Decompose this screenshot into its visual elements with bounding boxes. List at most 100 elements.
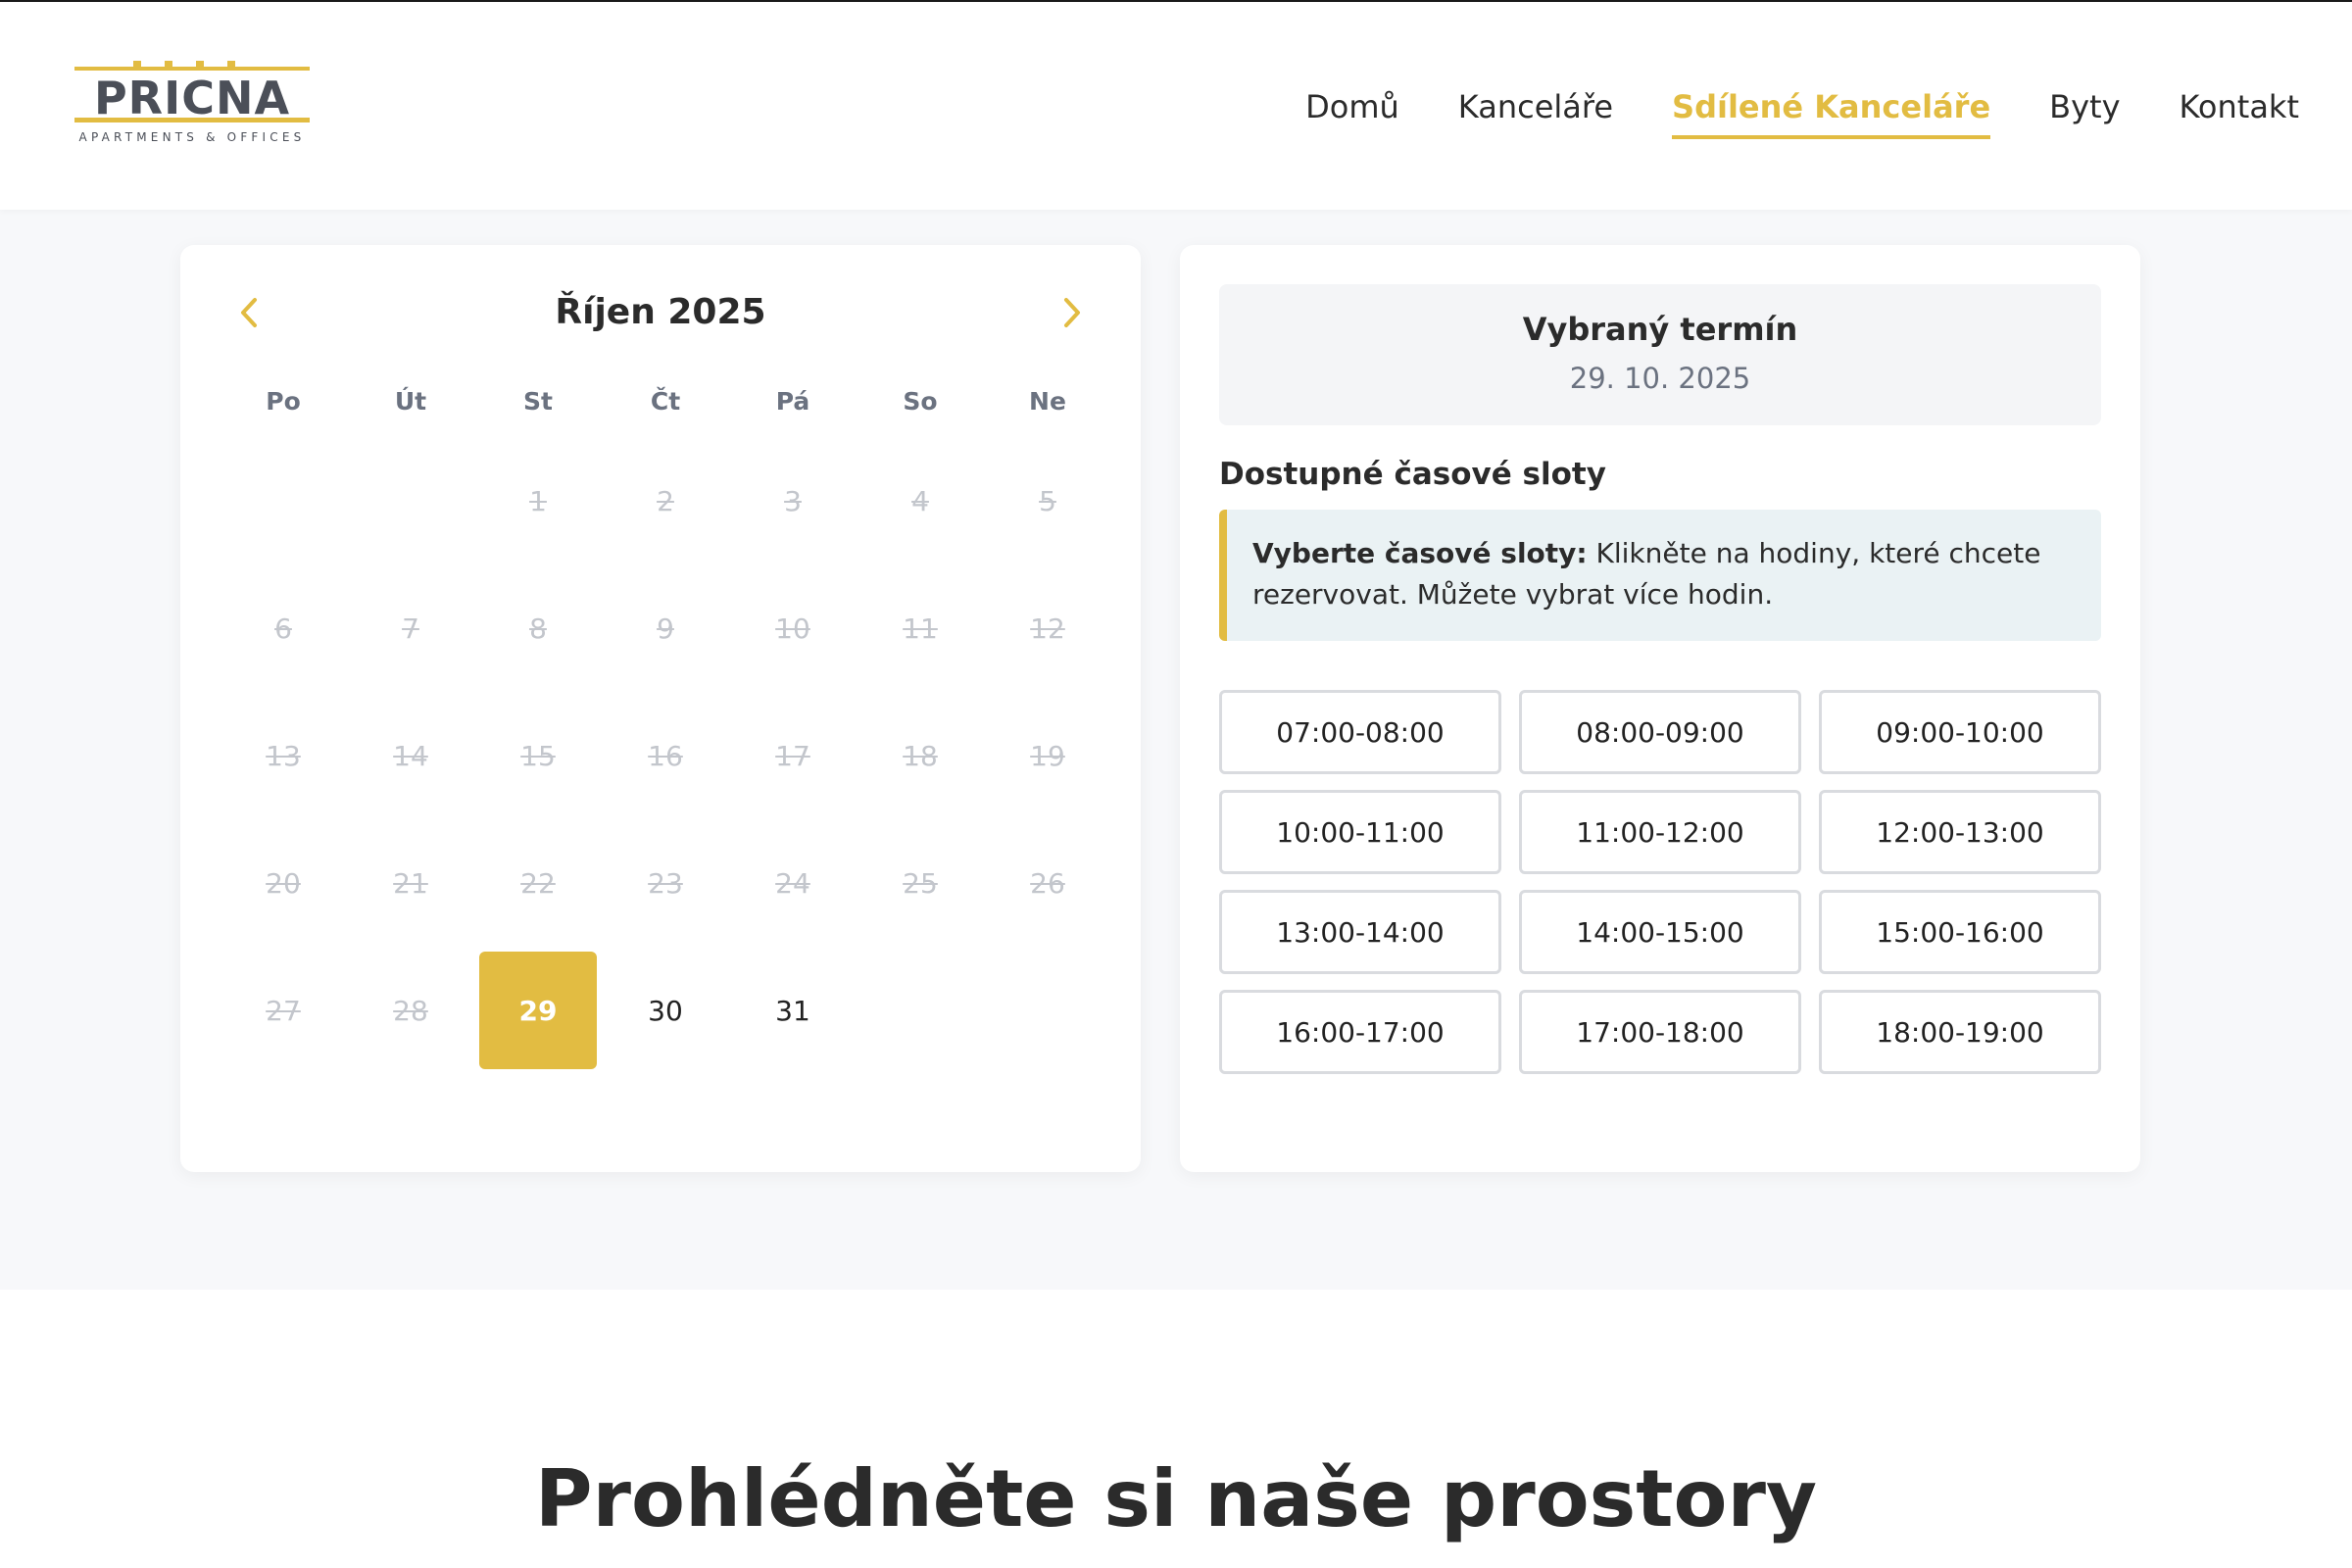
calendar-day: 14 <box>347 692 474 819</box>
calendar-day: 23 <box>602 819 729 947</box>
calendar-day: 21 <box>347 819 474 947</box>
site-header: PRICNA APARTMENTS & OFFICES Domů Kancelá… <box>0 0 2352 210</box>
calendar-day: 27 <box>220 947 347 1074</box>
calendar-day-number: 21 <box>393 866 428 900</box>
calendar-day-number: 3 <box>784 484 802 517</box>
weekday-label: Ne <box>1029 387 1066 416</box>
calendar-day: 17 <box>729 692 857 819</box>
nav-item-sdilene-kancelare[interactable]: Sdílené Kanceláře <box>1672 84 1991 139</box>
calendar-card: Říjen 2025 Po Út St Čt Pá So Ne 12345678… <box>180 245 1141 1172</box>
calendar-day-number: 29 <box>479 952 597 1069</box>
weekday-label: Út <box>394 387 427 416</box>
calendar-day: 25 <box>857 819 984 947</box>
calendar-empty-cell <box>347 437 474 564</box>
nav-item-domu[interactable]: Domů <box>1305 84 1399 139</box>
calendar-day-number: 4 <box>911 484 929 517</box>
time-slot-button[interactable]: 10:00-11:00 <box>1219 790 1501 874</box>
time-slot-button[interactable]: 15:00-16:00 <box>1819 890 2101 974</box>
weekday-row: Po Út St Čt Pá So Ne <box>220 382 1111 421</box>
nav-item-kancelare[interactable]: Kanceláře <box>1458 84 1613 139</box>
time-slot-button[interactable]: 08:00-09:00 <box>1519 690 1801 774</box>
calendar-day: 22 <box>474 819 602 947</box>
time-slot-button[interactable]: 12:00-13:00 <box>1819 790 2101 874</box>
time-slot-button[interactable]: 11:00-12:00 <box>1519 790 1801 874</box>
calendar-day: 8 <box>474 564 602 692</box>
calendar-day-number: 2 <box>657 484 674 517</box>
calendar-day-number: 22 <box>520 866 556 900</box>
gallery-heading: Prohlédněte si naše prostory <box>534 1453 1818 1544</box>
calendar-day-number: 23 <box>648 866 683 900</box>
weekday-label: Čt <box>650 387 681 416</box>
time-slot-button[interactable]: 17:00-18:00 <box>1519 990 1801 1074</box>
calendar-day: 26 <box>984 819 1111 947</box>
chevron-right-icon <box>1064 298 1080 327</box>
calendar-days-grid: 1 2 3 4 5 6 7 8 9 10 11 12 13 14 15 16 17 18 19 20 21 22 23 24 2… <box>220 437 1111 1074</box>
calendar-day: 7 <box>347 564 474 692</box>
time-slot-grid: 07:00-08:00 08:00-09:00 09:00-10:00 10:0… <box>1219 690 2101 1074</box>
calendar-empty-cell <box>220 437 347 564</box>
gallery-section: Prohlédněte si naše prostory <box>0 1290 2352 1568</box>
calendar-day-number: 17 <box>775 739 810 772</box>
calendar-day: 9 <box>602 564 729 692</box>
calendar-month-title: Říjen 2025 <box>555 292 766 332</box>
calendar-day: 24 <box>729 819 857 947</box>
calendar-day: 6 <box>220 564 347 692</box>
time-slot-button[interactable]: 09:00-10:00 <box>1819 690 2101 774</box>
brand-logo[interactable]: PRICNA APARTMENTS & OFFICES <box>74 59 310 149</box>
calendar-day[interactable]: 31 <box>729 947 857 1074</box>
calendar-day-number: 13 <box>266 739 301 772</box>
time-slot-button[interactable]: 14:00-15:00 <box>1519 890 1801 974</box>
calendar-day: 15 <box>474 692 602 819</box>
nav-item-byty[interactable]: Byty <box>2049 84 2120 139</box>
nav-item-kontakt[interactable]: Kontakt <box>2180 84 2299 139</box>
calendar-day: 5 <box>984 437 1111 564</box>
logo-underline <box>74 118 310 122</box>
calendar-day-number: 26 <box>1030 866 1065 900</box>
calendar-day-number: 20 <box>266 866 301 900</box>
calendar-day-selected[interactable]: 29 <box>474 947 602 1074</box>
time-slot-card: Vybraný termín 29. 10. 2025 Dostupné čas… <box>1180 245 2140 1172</box>
calendar-day[interactable]: 30 <box>602 947 729 1074</box>
selected-date-value: 29. 10. 2025 <box>1569 362 1751 395</box>
calendar-day: 18 <box>857 692 984 819</box>
calendar-day-number: 19 <box>1030 739 1065 772</box>
calendar-day: 13 <box>220 692 347 819</box>
calendar-day-number: 7 <box>402 612 419 645</box>
calendar-day-number: 11 <box>903 612 938 645</box>
calendar-day-number: 30 <box>648 994 683 1027</box>
calendar-day-number: 5 <box>1039 484 1056 517</box>
calendar-day-number: 14 <box>393 739 428 772</box>
calendar-day-number: 8 <box>529 612 547 645</box>
calendar-day-number: 15 <box>520 739 556 772</box>
calendar-day-number: 24 <box>775 866 810 900</box>
selected-date-title: Vybraný termín <box>1522 311 1798 348</box>
weekday-label: St <box>523 387 553 416</box>
weekday-label: So <box>903 387 938 416</box>
calendar-day: 16 <box>602 692 729 819</box>
calendar-day-number: 12 <box>1030 612 1065 645</box>
calendar-day-number: 6 <box>274 612 292 645</box>
calendar-day-number: 18 <box>903 739 938 772</box>
info-callout-bold: Vyberte časové sloty: <box>1252 537 1588 569</box>
info-callout: Vyberte časové sloty: Klikněte na hodiny… <box>1219 510 2101 641</box>
time-slot-button[interactable]: 18:00-19:00 <box>1819 990 2101 1074</box>
calendar-day-number: 1 <box>529 484 547 517</box>
calendar-day: 20 <box>220 819 347 947</box>
calendar-day: 28 <box>347 947 474 1074</box>
calendar-day-number: 27 <box>266 994 301 1027</box>
time-slot-button[interactable]: 07:00-08:00 <box>1219 690 1501 774</box>
main-nav: Domů Kanceláře Sdílené Kanceláře Byty Ko… <box>1305 84 2299 139</box>
calendar-day: 12 <box>984 564 1111 692</box>
weekday-label: Pá <box>775 387 810 416</box>
calendar-day: 19 <box>984 692 1111 819</box>
calendar-day-number: 31 <box>775 994 810 1027</box>
calendar-day: 4 <box>857 437 984 564</box>
calendar-day-number: 16 <box>648 739 683 772</box>
next-month-button[interactable] <box>1041 282 1102 343</box>
weekday-label: Po <box>266 387 301 416</box>
time-slot-button[interactable]: 16:00-17:00 <box>1219 990 1501 1074</box>
slots-heading: Dostupné časové sloty <box>1219 457 1606 492</box>
time-slot-button[interactable]: 13:00-14:00 <box>1219 890 1501 974</box>
calendar-day-number: 28 <box>393 994 428 1027</box>
calendar-day: 10 <box>729 564 857 692</box>
